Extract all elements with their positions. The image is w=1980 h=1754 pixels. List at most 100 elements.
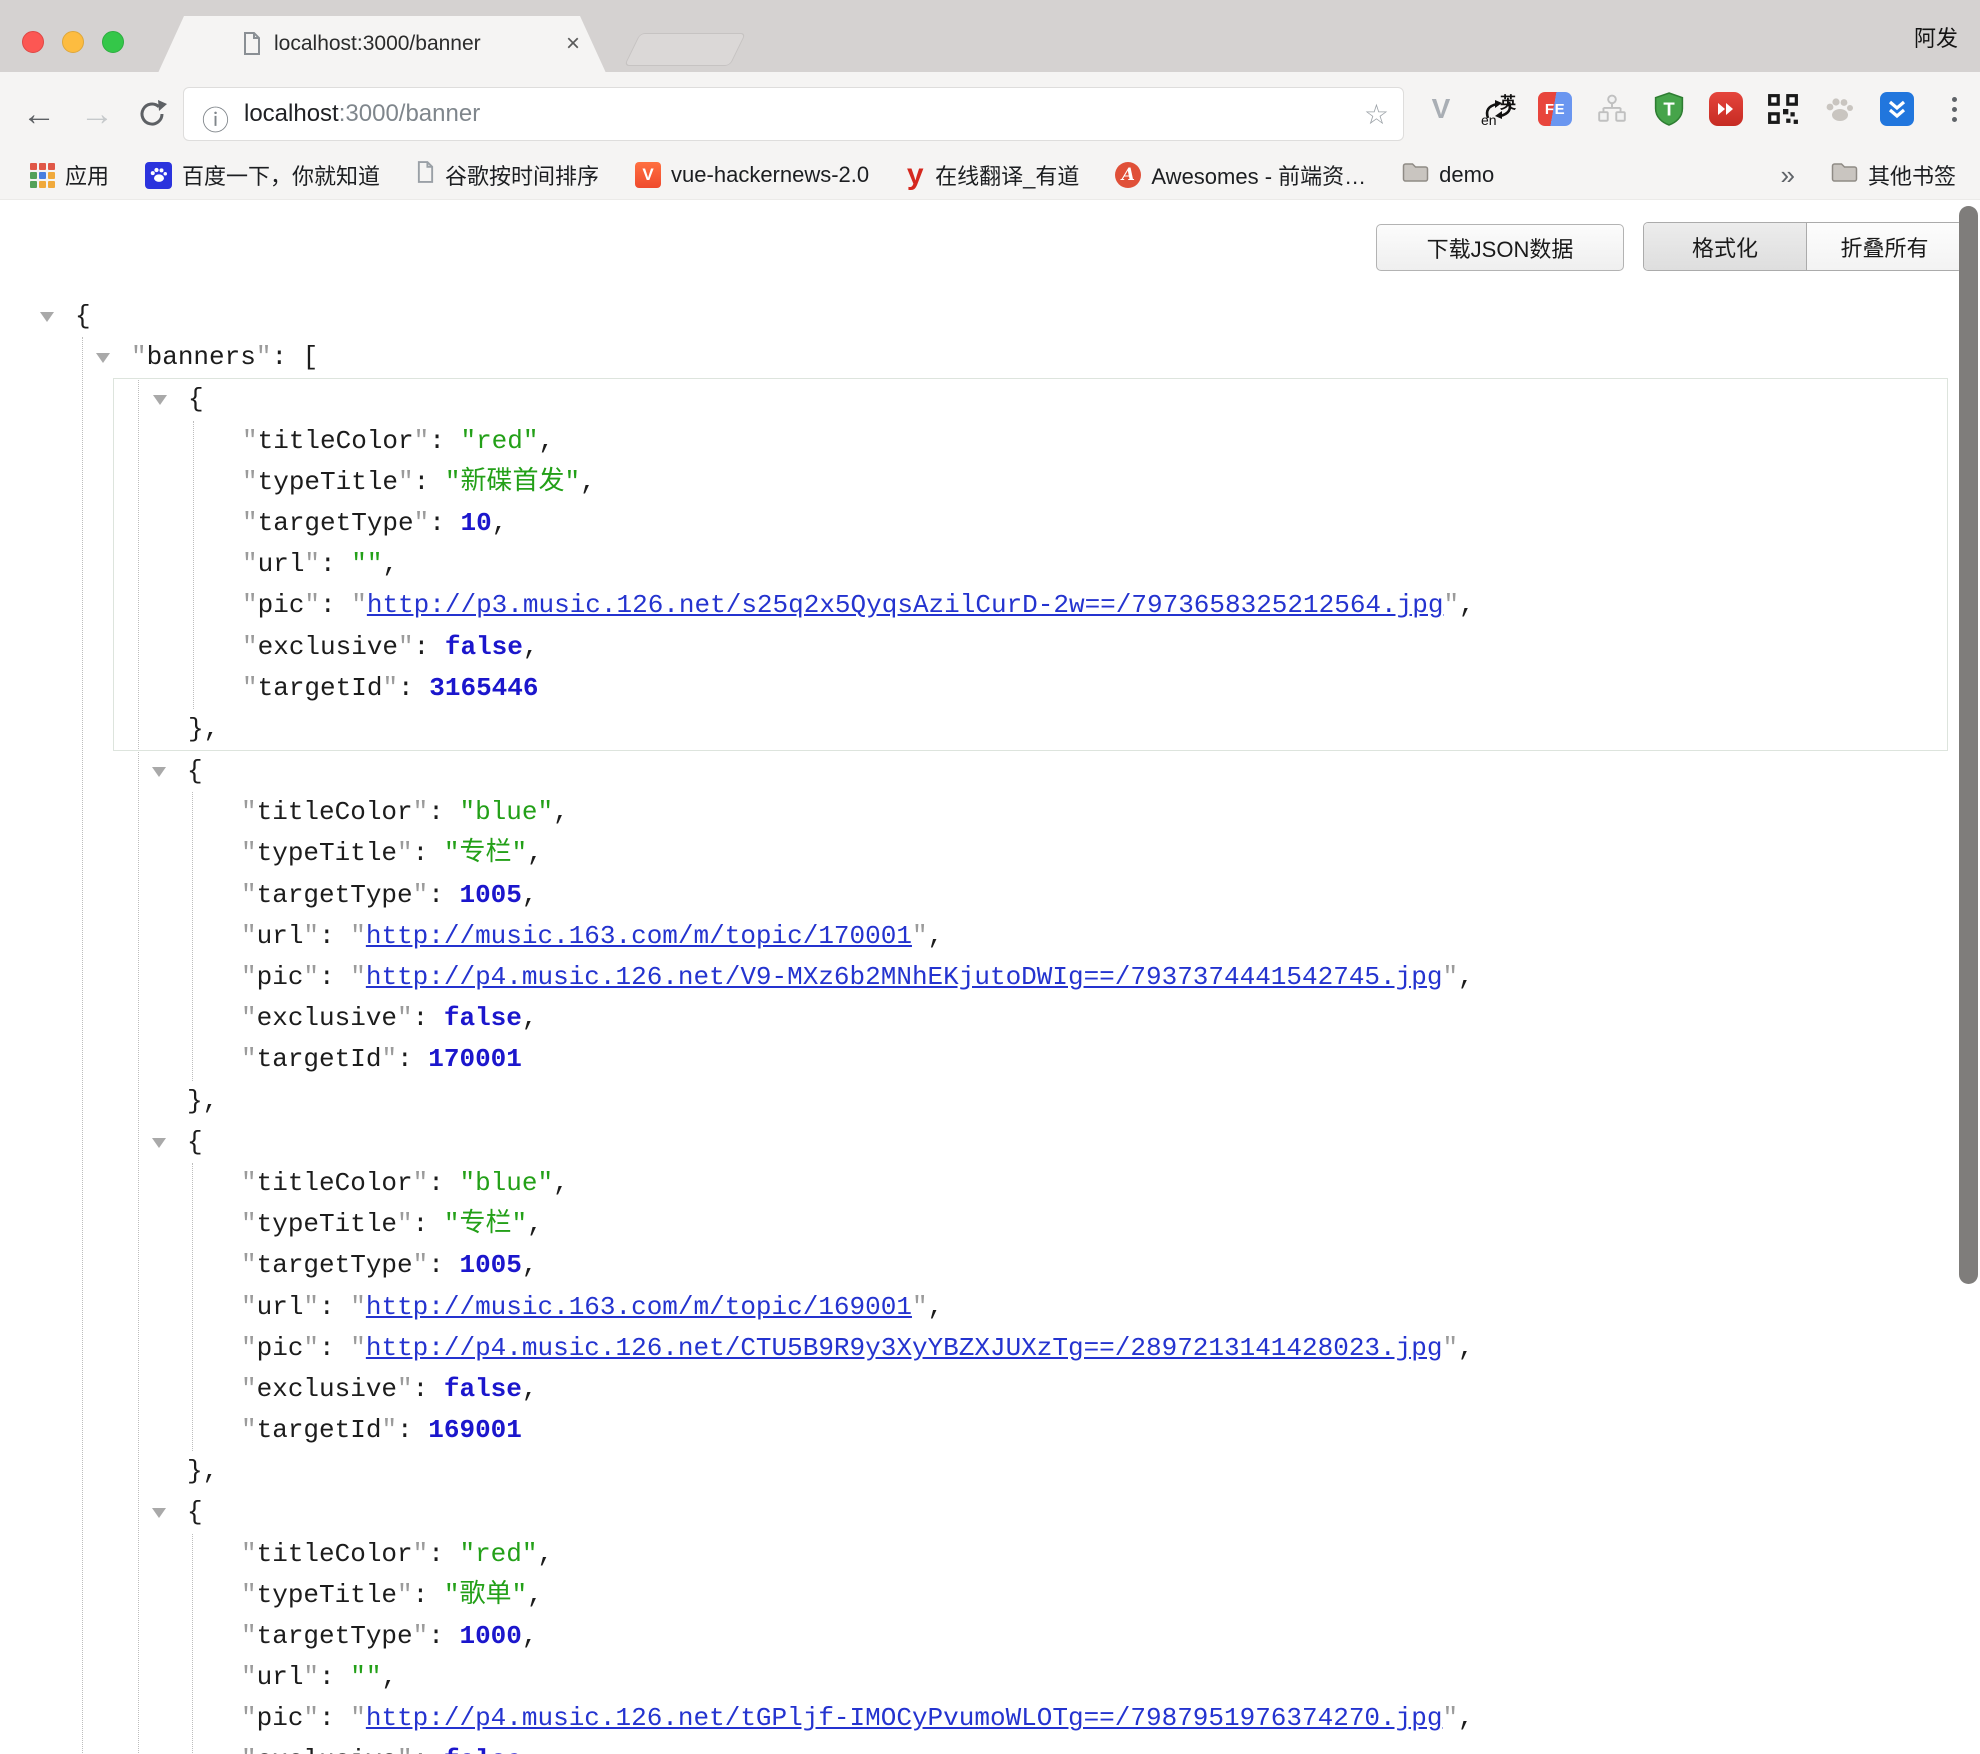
bookmark-google-sort[interactable]: 谷歌按时间排序: [416, 159, 599, 191]
tab-close-icon[interactable]: ×: [566, 30, 580, 58]
minimize-window-button[interactable]: [62, 31, 84, 53]
fe-extension-icon[interactable]: FE: [1538, 92, 1572, 126]
json-field: typeTitle: 专栏,: [241, 833, 1948, 874]
json-number-value: 3165446: [429, 673, 538, 703]
bookmark-vue-hackernews[interactable]: V vue-hackernews-2.0: [635, 162, 869, 188]
json-boolean-value: false: [444, 1374, 522, 1404]
collapse-all-button[interactable]: 折叠所有: [1807, 223, 1962, 270]
bookmark-awesomes[interactable]: A Awesomes - 前端资…: [1115, 159, 1366, 191]
json-viewer: { banners: [ { titleColor: red, typeTitl…: [0, 296, 1980, 1754]
json-root-children: banners: [ { titleColor: red, typeTitle:…: [82, 337, 1980, 1754]
json-key: exclusive: [241, 1374, 413, 1404]
json-field: typeTitle: 新碟首发,: [242, 462, 1947, 503]
json-link-value[interactable]: http://music.163.com/m/topic/170001: [366, 921, 912, 951]
fast-forward-extension-icon[interactable]: [1709, 92, 1743, 126]
json-field: exclusive: false,: [242, 627, 1947, 668]
collapse-toggle-icon[interactable]: [152, 1508, 166, 1518]
json-key: banners: [131, 342, 271, 372]
back-icon[interactable]: ←: [22, 94, 56, 134]
maximize-window-button[interactable]: [102, 31, 124, 53]
json-key: pic: [242, 590, 320, 620]
json-key: titleColor: [242, 426, 429, 456]
json-number-value: 1000: [459, 1621, 521, 1651]
json-key: url: [241, 1662, 319, 1692]
bookmark-other-folder[interactable]: 其他书签: [1831, 159, 1956, 191]
browser-menu-icon[interactable]: [1937, 92, 1971, 126]
sitemap-extension-icon[interactable]: [1595, 92, 1629, 126]
json-boolean-value: false: [444, 1745, 522, 1754]
apps-grid-icon: [30, 163, 55, 188]
json-number-value: 169001: [428, 1415, 522, 1445]
json-key: targetType: [241, 1250, 428, 1280]
youdao-icon: y: [905, 162, 925, 188]
json-field: targetType: 1000,: [241, 1616, 1948, 1657]
refresh-icon[interactable]: [134, 96, 170, 137]
json-string-value: red: [459, 1539, 537, 1569]
bookmark-baidu[interactable]: 百度一下，你就知道: [145, 159, 380, 191]
json-field: targetId: 169001: [241, 1410, 1948, 1451]
browser-tab[interactable]: localhost:3000/banner ×: [158, 16, 606, 73]
json-key: targetType: [241, 880, 428, 910]
json-string-value: blue: [459, 797, 553, 827]
json-key: exclusive: [241, 1745, 413, 1754]
json-string-value: red: [460, 426, 538, 456]
address-bar[interactable]: ⓘ localhost:3000/banner ☆: [183, 87, 1404, 141]
bookmarks-bar: 应用 百度一下，你就知道 谷歌按时间排序 V vue-hackernews-2.…: [0, 155, 1980, 200]
bookmarks-overflow-icon[interactable]: »: [1781, 160, 1795, 191]
bookmark-folder-demo[interactable]: demo: [1402, 162, 1494, 189]
json-key: typeTitle: [241, 838, 413, 868]
json-number-value: 10: [460, 508, 491, 538]
url-text: localhost:3000/banner: [244, 100, 480, 128]
json-key: pic: [241, 962, 319, 992]
json-field: exclusive: false,: [241, 1369, 1948, 1410]
json-link-value[interactable]: http://p4.music.126.net/V9-MXz6b2MNhEKju…: [366, 962, 1443, 992]
bookmark-youdao[interactable]: y 在线翻译_有道: [905, 159, 1079, 191]
json-link-value[interactable]: http://p4.music.126.net/tGPljf-IMOCyPvum…: [366, 1703, 1443, 1733]
site-info-icon[interactable]: ⓘ: [202, 99, 229, 138]
collapse-toggle-icon[interactable]: [96, 353, 110, 363]
collapse-toggle-icon[interactable]: [152, 1138, 166, 1148]
json-key: exclusive: [242, 632, 414, 662]
json-field: titleColor: red,: [242, 421, 1947, 462]
bookmark-star-icon[interactable]: ☆: [1364, 98, 1389, 131]
json-field: typeTitle: 歌单,: [241, 1575, 1948, 1616]
json-number-value: 1005: [459, 1250, 521, 1280]
json-boolean-value: false: [445, 632, 523, 662]
vue-devtools-icon[interactable]: V: [1424, 92, 1458, 126]
json-key: targetType: [241, 1621, 428, 1651]
collapse-toggle-icon[interactable]: [40, 312, 54, 322]
json-root-line: {: [0, 296, 1980, 337]
page-content: 下载JSON数据 格式化 折叠所有 { banners: [ { titleCo…: [0, 200, 1980, 1754]
bookmark-apps[interactable]: 应用: [30, 159, 109, 191]
toolbar: ← → ⓘ localhost:3000/banner ☆ V 英 en FE …: [0, 72, 1980, 155]
json-string-value: 歌单: [444, 1580, 527, 1610]
profile-name: 阿发: [1914, 21, 1958, 53]
translate-extension-icon[interactable]: 英 en: [1481, 92, 1515, 126]
paw-extension-icon[interactable]: [1823, 92, 1857, 126]
url-host: localhost: [244, 100, 339, 127]
svg-text:T: T: [1663, 99, 1675, 120]
download-extension-icon[interactable]: [1880, 92, 1914, 126]
forward-icon[interactable]: →: [80, 94, 114, 134]
json-field: targetType: 1005,: [241, 875, 1948, 916]
close-window-button[interactable]: [22, 31, 44, 53]
json-key: typeTitle: [242, 467, 414, 497]
json-key: titleColor: [241, 1539, 428, 1569]
json-link-value[interactable]: http://p3.music.126.net/s25q2x5QyqsAzilC…: [367, 590, 1444, 620]
format-button[interactable]: 格式化: [1644, 223, 1807, 270]
download-json-button[interactable]: 下载JSON数据: [1376, 224, 1624, 271]
tampermonkey-shield-icon[interactable]: T: [1652, 92, 1686, 126]
json-key: typeTitle: [241, 1209, 413, 1239]
json-field: targetId: 170001: [241, 1039, 1948, 1080]
json-link-value[interactable]: http://p4.music.126.net/CTU5B9R9y3XyYBZX…: [366, 1333, 1443, 1363]
collapse-toggle-icon[interactable]: [153, 395, 167, 405]
awesomes-icon: A: [1115, 162, 1141, 188]
json-link-value[interactable]: http://music.163.com/m/topic/169001: [366, 1292, 912, 1322]
json-string-value: blue: [459, 1168, 553, 1198]
json-string-value: 专栏: [444, 838, 527, 868]
json-key: targetId: [242, 673, 398, 703]
new-tab-button[interactable]: [624, 33, 746, 66]
qr-code-extension-icon[interactable]: [1766, 92, 1800, 126]
json-key: titleColor: [241, 797, 428, 827]
collapse-toggle-icon[interactable]: [152, 767, 166, 777]
